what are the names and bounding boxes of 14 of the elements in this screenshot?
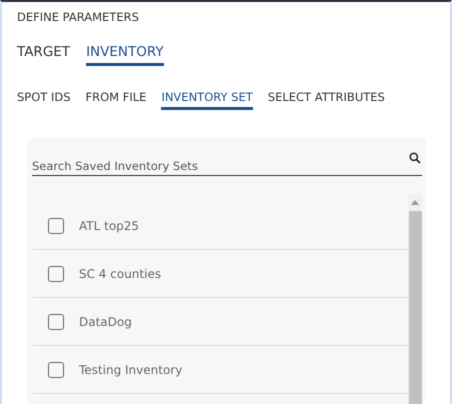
search-icon[interactable] bbox=[409, 152, 421, 164]
sub-tab[interactable]: FROM FILE bbox=[86, 90, 146, 110]
checkbox[interactable] bbox=[48, 266, 64, 282]
tab[interactable]: INVENTORY bbox=[86, 44, 164, 66]
sub-tab[interactable]: INVENTORY SET bbox=[161, 90, 253, 110]
search-field[interactable]: Search Saved Inventory Sets bbox=[32, 153, 422, 176]
checkbox[interactable] bbox=[48, 314, 64, 330]
sub-tab[interactable]: SPOT IDS bbox=[17, 90, 71, 110]
checkbox[interactable] bbox=[48, 362, 64, 378]
scrollbar[interactable] bbox=[408, 194, 422, 404]
tab[interactable]: TARGET bbox=[17, 44, 70, 66]
sub-tab[interactable]: SELECT ATTRIBUTES bbox=[268, 90, 385, 110]
section-heading: DEFINE PARAMETERS bbox=[17, 10, 140, 24]
checkbox[interactable] bbox=[48, 218, 64, 234]
